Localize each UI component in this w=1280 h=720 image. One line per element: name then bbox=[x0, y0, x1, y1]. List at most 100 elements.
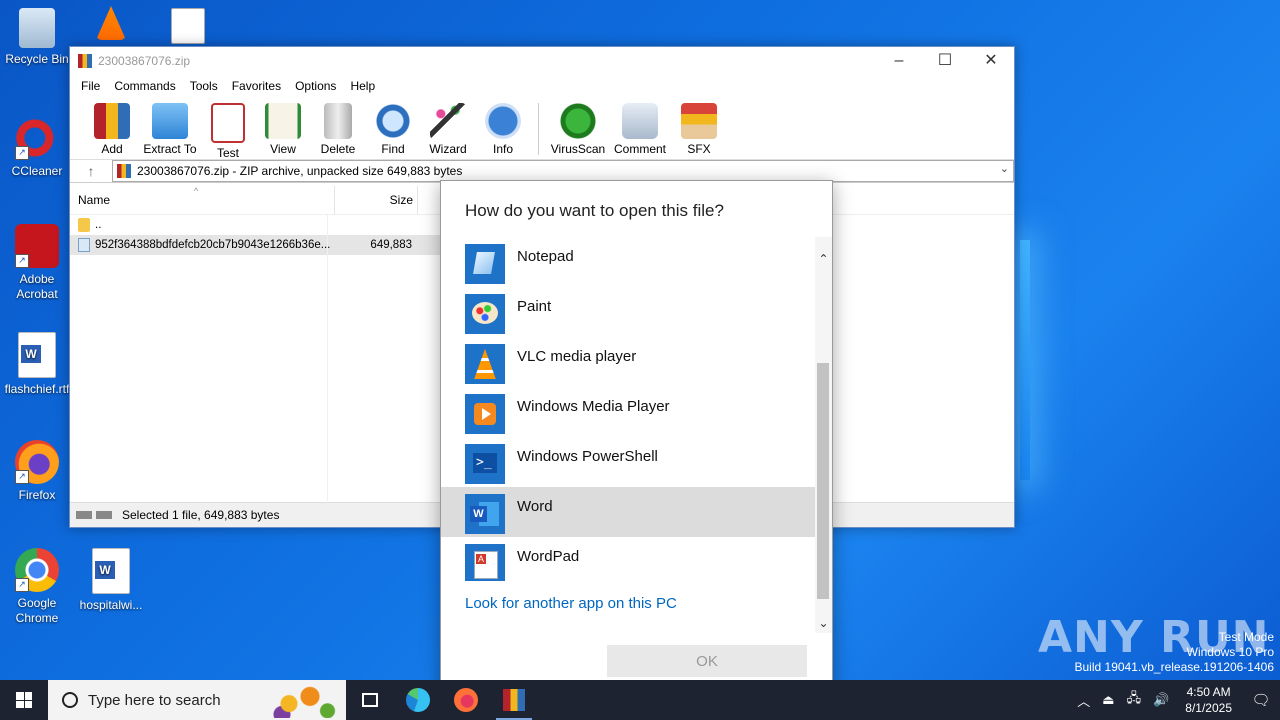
usb-device-icon[interactable]: ⏏ bbox=[1102, 692, 1114, 708]
column-size[interactable]: Size bbox=[335, 186, 418, 214]
taskbar-search-box[interactable]: Type here to search bbox=[48, 680, 346, 720]
clock-date: 8/1/2025 bbox=[1185, 701, 1232, 715]
menu-commands[interactable]: Commands bbox=[107, 79, 182, 93]
desktop-icon-label: hospitalwi... bbox=[79, 598, 143, 612]
comment-button[interactable]: Comment bbox=[608, 97, 672, 156]
volume-icon[interactable]: 🔊 bbox=[1153, 692, 1169, 708]
virus-scan-icon bbox=[560, 103, 596, 139]
view-book-icon bbox=[265, 103, 301, 139]
vlc-icon bbox=[96, 6, 126, 40]
add-button[interactable]: Add bbox=[84, 97, 140, 156]
window-title: 23003867076.zip bbox=[98, 54, 191, 68]
extract-to-button[interactable]: Extract To bbox=[139, 97, 201, 156]
chevron-down-icon[interactable]: ⌄ bbox=[1000, 162, 1009, 175]
folder-icon bbox=[78, 218, 90, 232]
column-name-label: Name bbox=[78, 193, 111, 207]
wordpad-icon: A bbox=[465, 544, 505, 581]
firefox-icon bbox=[454, 688, 478, 712]
desktop-icon-label: Firefox bbox=[18, 488, 56, 502]
test-button[interactable]: Test bbox=[200, 97, 256, 160]
taskbar-winrar[interactable] bbox=[490, 680, 538, 720]
file-name: 952f364388bdfdefcb20cb7b9043e1266b36e... bbox=[95, 239, 331, 251]
app-item-windows-powershell[interactable]: >_ Windows PowerShell bbox=[441, 437, 815, 487]
maximize-button[interactable]: ☐ bbox=[922, 47, 968, 75]
status-text: Selected 1 file, 649,883 bytes bbox=[122, 508, 280, 522]
desktop-icon-image-partial[interactable] bbox=[166, 8, 210, 48]
word-document-icon: W bbox=[18, 332, 56, 378]
test-label: Test bbox=[216, 146, 239, 160]
column-size-label: Size bbox=[389, 193, 413, 207]
address-field[interactable]: 23003867076.zip - ZIP archive, unpacked … bbox=[112, 160, 1014, 182]
desktop-icon-hospitalwi[interactable]: W hospitalwi... bbox=[76, 548, 146, 613]
app-name: VLC media player bbox=[517, 347, 637, 365]
desktop-icon-adobe-acrobat[interactable]: ↗ Adobe Acrobat bbox=[2, 224, 72, 302]
menu-options[interactable]: Options bbox=[288, 79, 343, 93]
clock[interactable]: 4:50 AM 8/1/2025 bbox=[1185, 684, 1232, 716]
desktop-icon-ccleaner[interactable]: ↗ CCleaner bbox=[2, 116, 72, 179]
taskbar-edge[interactable] bbox=[394, 680, 442, 720]
task-view-button[interactable] bbox=[346, 680, 394, 720]
look-for-another-app-link[interactable]: Look for another app on this PC bbox=[465, 595, 677, 612]
app-name: Paint bbox=[517, 297, 552, 315]
desktop-icon-firefox[interactable]: ↗ Firefox bbox=[2, 440, 72, 503]
column-name[interactable]: Name ^ bbox=[70, 186, 335, 214]
desktop-icon-google-chrome[interactable]: ↗ Google Chrome bbox=[2, 548, 72, 626]
shortcut-arrow-icon: ↗ bbox=[15, 578, 29, 592]
windows-logo-icon bbox=[16, 692, 32, 708]
test-checklist-icon bbox=[211, 103, 245, 143]
app-item-vlc[interactable]: VLC media player bbox=[441, 337, 815, 387]
notepad-icon bbox=[465, 244, 505, 284]
notifications-icon[interactable]: 🗨 bbox=[1242, 691, 1280, 709]
wallpaper-glow bbox=[1020, 240, 1030, 480]
menu-file[interactable]: File bbox=[74, 79, 107, 93]
table-row[interactable]: 952f364388bdfdefcb20cb7b9043e1266b36e...… bbox=[70, 235, 440, 255]
comment-label: Comment bbox=[613, 142, 666, 156]
desktop-icon-label: Adobe Acrobat bbox=[16, 272, 58, 301]
virusscan-button[interactable]: VirusScan bbox=[547, 97, 609, 156]
title-bar[interactable]: 23003867076.zip bbox=[70, 47, 1014, 75]
chevron-up-icon[interactable]: ︿ bbox=[1077, 691, 1090, 710]
watermark-line: Test Mode bbox=[1218, 630, 1274, 644]
app-item-notepad[interactable]: Notepad bbox=[441, 237, 815, 287]
delete-label: Delete bbox=[320, 142, 356, 156]
shortcut-arrow-icon: ↗ bbox=[15, 470, 29, 484]
minimize-button[interactable]: – bbox=[876, 47, 922, 75]
ok-button[interactable]: OK bbox=[607, 645, 807, 677]
find-button[interactable]: Find bbox=[365, 97, 421, 156]
shortcut-arrow-icon: ↗ bbox=[15, 146, 29, 160]
powershell-icon: >_ bbox=[465, 444, 505, 484]
scroll-down-icon[interactable]: ⌄ bbox=[815, 613, 832, 633]
close-button[interactable]: ✕ bbox=[968, 47, 1014, 75]
recycle-bin-icon bbox=[19, 8, 55, 48]
find-label: Find bbox=[381, 142, 405, 156]
desktop-icon-label: Recycle Bin bbox=[5, 52, 69, 66]
wizard-button[interactable]: Wizard bbox=[420, 97, 476, 156]
desktop-icon-vlc-partial[interactable] bbox=[86, 6, 136, 44]
app-item-word[interactable]: W Word bbox=[441, 487, 815, 537]
folder-extract-icon bbox=[152, 103, 188, 139]
scrollbar-thumb[interactable] bbox=[817, 363, 829, 599]
network-icon[interactable]: 🖧 bbox=[1127, 689, 1142, 711]
scroll-up-icon[interactable]: ⌃ bbox=[815, 249, 832, 269]
app-item-windows-media-player[interactable]: Windows Media Player bbox=[441, 387, 815, 437]
menu-help[interactable]: Help bbox=[343, 79, 382, 93]
acrobat-icon: ↗ bbox=[15, 224, 59, 268]
menu-favorites[interactable]: Favorites bbox=[225, 79, 288, 93]
app-item-paint[interactable]: Paint bbox=[441, 287, 815, 337]
taskbar-firefox[interactable] bbox=[442, 680, 490, 720]
start-button[interactable] bbox=[0, 680, 48, 720]
view-label: View bbox=[270, 142, 296, 156]
system-tray: ︿ ⏏ 🖧 🔊 4:50 AM 8/1/2025 🗨 bbox=[1071, 680, 1280, 720]
sfx-button[interactable]: SFX bbox=[671, 97, 727, 156]
app-list-scrollbar[interactable]: ⌃ ⌄ bbox=[815, 237, 832, 633]
ccleaner-icon: ↗ bbox=[15, 116, 59, 160]
desktop-icon-flashchief[interactable]: W flashchief.rtf bbox=[2, 332, 72, 397]
desktop-icon-recycle-bin[interactable]: Recycle Bin bbox=[2, 8, 72, 67]
app-name: WordPad bbox=[517, 547, 580, 565]
app-item-wordpad[interactable]: A WordPad bbox=[441, 537, 815, 581]
delete-button[interactable]: Delete bbox=[310, 97, 366, 156]
view-button[interactable]: View bbox=[255, 97, 311, 156]
up-arrow-icon[interactable]: ↑ bbox=[70, 163, 112, 179]
info-button[interactable]: Info bbox=[475, 97, 531, 156]
menu-tools[interactable]: Tools bbox=[183, 79, 225, 93]
